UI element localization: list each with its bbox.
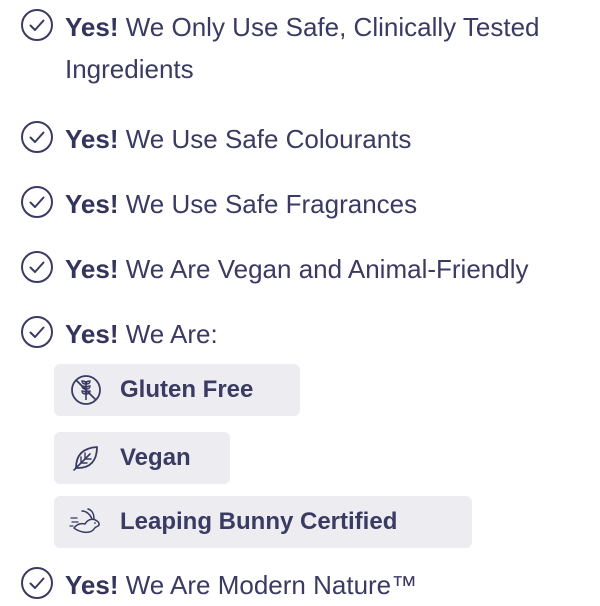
badge-leaping-bunny: Leaping Bunny Certified [54,496,472,548]
check-circle-icon [21,567,53,599]
badge-label: Gluten Free [120,376,254,403]
item-text: Yes! We Use Safe Colourants [65,118,585,160]
item-label: We Are Vegan and Animal-Friendly [118,254,529,284]
badge-label: Vegan [120,444,191,471]
list-item: Yes! We Are Vegan and Animal-Friendly [20,248,585,290]
item-yes: Yes! [65,254,119,284]
check-circle-icon [21,316,53,348]
item-text: Yes! We Only Use Safe, Clinically Tested… [65,6,585,90]
item-text: Yes! We Use Safe Fragrances [65,183,585,225]
item-text: Yes! We Are: [65,313,585,355]
badge-gluten-free: Gluten Free [54,364,300,416]
item-yes: Yes! [65,124,119,154]
leaf-icon [73,446,98,471]
item-label: We Are Modern Nature™ [118,570,418,600]
list-item: Yes! We Use Safe Fragrances [20,183,585,225]
item-text: Yes! We Are Vegan and Animal-Friendly [65,248,585,290]
item-yes: Yes! [65,570,119,600]
list-item: Yes! We Only Use Safe, Clinically Tested… [20,6,585,90]
item-label: We Use Safe Fragrances [118,189,418,219]
bunny-icon [69,508,100,534]
item-yes: Yes! [65,189,119,219]
item-yes: Yes! [65,319,119,349]
list-item: Yes! We Are: [20,313,585,355]
check-circle-icon [21,251,53,283]
check-circle-icon [21,9,53,41]
item-label: We Are: [118,319,218,349]
badge-label: Leaping Bunny Certified [120,508,398,535]
badge-vegan: Vegan [54,432,230,484]
item-text: Yes! We Are Modern Nature™ [65,564,585,606]
item-label: We Only Use Safe, Clinically Tested Ingr… [65,12,540,84]
list-item: Yes! We Use Safe Colourants [20,118,585,160]
item-yes: Yes! [65,12,119,42]
check-circle-icon [21,186,53,218]
list-item: Yes! We Are Modern Nature™ [20,564,585,606]
gluten-free-icon [71,375,101,405]
item-label: We Use Safe Colourants [118,124,412,154]
check-circle-icon [21,121,53,153]
